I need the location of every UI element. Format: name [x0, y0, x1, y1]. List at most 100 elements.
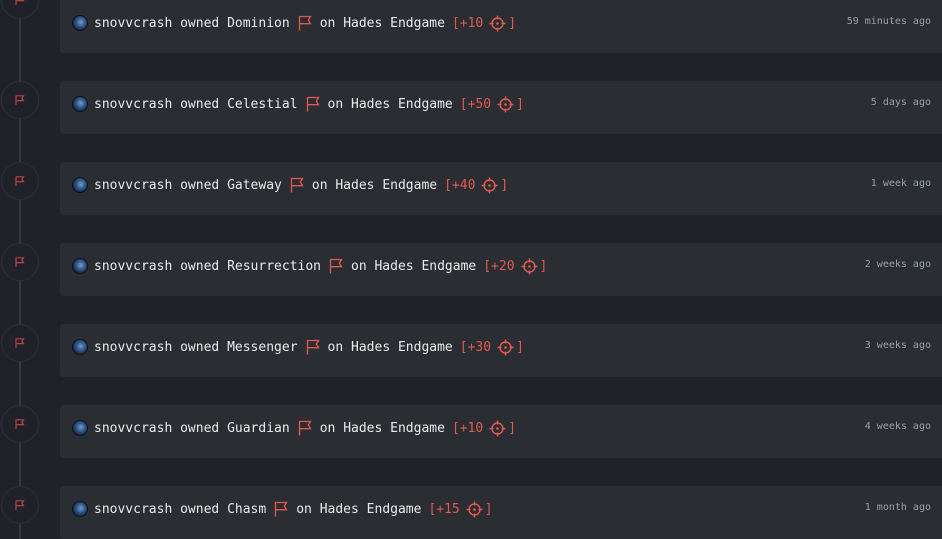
action-verb: owned [180, 339, 220, 355]
activity-card: snovvcrash owned Messenger on Hades Endga… [60, 324, 942, 377]
event-link[interactable]: Hades Endgame [351, 97, 453, 112]
user-avatar[interactable] [72, 177, 88, 193]
flag-icon [14, 418, 26, 430]
activity-card: snovvcrash owned Resurrection on Hades En… [60, 243, 942, 296]
user-avatar[interactable] [72, 420, 88, 436]
activity-entry: snovvcrash owned Messenger on Hades Endga… [0, 324, 942, 377]
event-link[interactable]: Hades Endgame [320, 502, 422, 517]
event-link[interactable]: Hades Endgame [351, 340, 453, 355]
user-avatar[interactable] [72, 15, 88, 31]
action-verb: owned [180, 501, 220, 517]
activity-card: snovvcrash owned Gateway on Hades Endgame… [60, 162, 942, 215]
username-link[interactable]: snovvcrash [94, 340, 172, 355]
timeline-node [1, 81, 39, 119]
activity-timeline: snovvcrash owned Dominion on Hades Endgam… [0, 0, 942, 539]
flag-icon [297, 420, 313, 436]
points-value: [+15 [428, 501, 460, 517]
user-avatar[interactable] [72, 339, 88, 355]
username-link[interactable]: snovvcrash [94, 421, 172, 436]
activity-card: snovvcrash owned Guardian on Hades Endgam… [60, 405, 942, 458]
target-link[interactable]: Celestial [227, 97, 297, 112]
points-value: [+10 [451, 15, 484, 31]
points-badge: [+40] [444, 177, 508, 194]
target-link[interactable]: Messenger [227, 340, 297, 355]
timestamp: 5 days ago [870, 97, 931, 108]
flag-icon [305, 339, 321, 355]
flag-icon [289, 177, 305, 193]
activity-entry: snovvcrash owned Gateway on Hades Endgame… [0, 162, 942, 215]
event-link[interactable]: Hades Endgame [374, 259, 476, 274]
points-close: ] [508, 15, 517, 31]
target-link[interactable]: Dominion [227, 16, 290, 31]
crosshair-icon [489, 15, 506, 32]
event-link[interactable]: Hades Endgame [343, 421, 445, 436]
timeline-node [1, 243, 39, 281]
flag-icon [14, 0, 26, 6]
flag-icon [328, 258, 344, 274]
activity-entry: snovvcrash owned Chasm on Hades Endgame [+… [0, 486, 942, 539]
points-close: ] [516, 96, 524, 112]
event-link[interactable]: Hades Endgame [335, 178, 437, 193]
on-text: on [311, 177, 328, 193]
action-verb: owned [180, 177, 220, 193]
action-verb: owned [180, 15, 220, 31]
username-link[interactable]: snovvcrash [94, 16, 172, 31]
action-verb: owned [180, 96, 220, 112]
points-value: [+20 [483, 258, 515, 274]
flag-icon [273, 501, 289, 517]
timeline-node [1, 486, 39, 524]
target-link[interactable]: Gateway [227, 178, 282, 193]
points-value: [+50 [459, 96, 492, 112]
points-badge: [+10] [452, 420, 516, 437]
target-link[interactable]: Resurrection [227, 259, 321, 274]
flag-icon [297, 15, 313, 31]
activity-card: snovvcrash owned Chasm on Hades Endgame [+… [60, 486, 942, 539]
crosshair-icon [481, 177, 498, 194]
activity-card: snovvcrash owned Celestial on Hades Endga… [60, 81, 942, 134]
user-avatar[interactable] [72, 96, 88, 112]
target-link[interactable]: Chasm [227, 502, 266, 517]
activity-entry: snovvcrash owned Dominion on Hades Endgam… [0, 0, 942, 53]
flag-icon [14, 175, 26, 187]
event-link[interactable]: Hades Endgame [343, 16, 445, 31]
crosshair-icon [497, 96, 514, 113]
on-text: on [296, 501, 312, 517]
username-link[interactable]: snovvcrash [94, 178, 172, 193]
points-value: [+40 [444, 177, 476, 193]
points-value: [+10 [451, 420, 484, 436]
timeline-node [1, 0, 39, 19]
points-close: ] [516, 339, 524, 355]
target-link[interactable]: Guardian [227, 421, 290, 436]
points-badge: [+20] [483, 258, 547, 275]
timeline-node [1, 162, 39, 200]
user-avatar[interactable] [72, 501, 88, 517]
user-avatar[interactable] [72, 258, 88, 274]
crosshair-icon [466, 501, 483, 518]
flag-icon [305, 96, 321, 112]
timestamp: 59 minutes ago [846, 16, 931, 27]
crosshair-icon [497, 339, 514, 356]
on-text: on [327, 339, 344, 355]
activity-entry: snovvcrash owned Celestial on Hades Endga… [0, 81, 942, 134]
flag-icon [14, 94, 26, 106]
points-close: ] [484, 501, 493, 517]
points-badge: [+30] [460, 339, 524, 356]
username-link[interactable]: snovvcrash [94, 502, 172, 517]
points-badge: [+15] [428, 501, 493, 518]
timestamp: 4 weeks ago [864, 421, 931, 432]
points-close: ] [508, 420, 517, 436]
points-value: [+30 [459, 339, 492, 355]
points-close: ] [500, 177, 509, 193]
timestamp: 3 weeks ago [864, 340, 931, 351]
timeline-node [1, 324, 39, 362]
username-link[interactable]: snovvcrash [94, 259, 172, 274]
crosshair-icon [489, 420, 506, 437]
username-link[interactable]: snovvcrash [94, 97, 172, 112]
activity-entry: snovvcrash owned Resurrection on Hades En… [0, 243, 942, 296]
on-text: on [351, 258, 367, 274]
on-text: on [327, 96, 344, 112]
action-verb: owned [180, 420, 220, 436]
activity-entry: snovvcrash owned Guardian on Hades Endgam… [0, 405, 942, 458]
on-text: on [319, 420, 336, 436]
activity-card: snovvcrash owned Dominion on Hades Endgam… [60, 0, 942, 53]
